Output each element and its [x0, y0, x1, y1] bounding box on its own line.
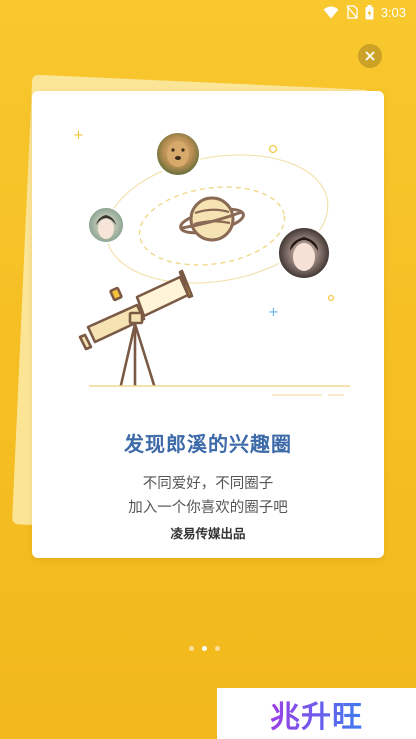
telescope-icon	[78, 269, 194, 387]
telescope-illustration: + +	[73, 128, 350, 396]
publisher-credit: 凌易传媒出品	[170, 526, 246, 541]
page-indicator	[189, 646, 220, 651]
close-icon	[365, 51, 375, 61]
page-dot[interactable]	[215, 646, 220, 651]
card-title: 发现郎溪的兴趣圈	[124, 432, 292, 456]
boy-avatar	[87, 206, 125, 244]
wifi-icon	[323, 6, 339, 19]
planet-icon	[179, 196, 245, 242]
watermark-text: 兆升旺	[270, 692, 363, 736]
intro-card: + + 发现郎溪的兴趣圈 不同爱好，不同圈子 加入一个你喜欢的圈子吧 凌易传媒出…	[32, 91, 384, 558]
dog-avatar	[155, 131, 201, 177]
card-subtitle-line1: 不同爱好，不同圈子	[142, 476, 274, 492]
no-sim-icon	[346, 5, 358, 19]
watermark-logo: 兆升旺	[217, 688, 416, 739]
status-time: 3:03	[380, 4, 406, 20]
svg-text:+: +	[268, 305, 279, 320]
page-dot[interactable]	[189, 646, 194, 651]
battery-charging-icon	[365, 4, 374, 20]
card-subtitle-line2: 加入一个你喜欢的圈子吧	[128, 500, 288, 516]
status-bar: 3:03	[0, 0, 416, 24]
page-dot-active[interactable]	[202, 646, 207, 651]
girl-avatar	[277, 226, 331, 280]
close-button[interactable]	[358, 44, 382, 68]
svg-text:+: +	[73, 128, 84, 143]
